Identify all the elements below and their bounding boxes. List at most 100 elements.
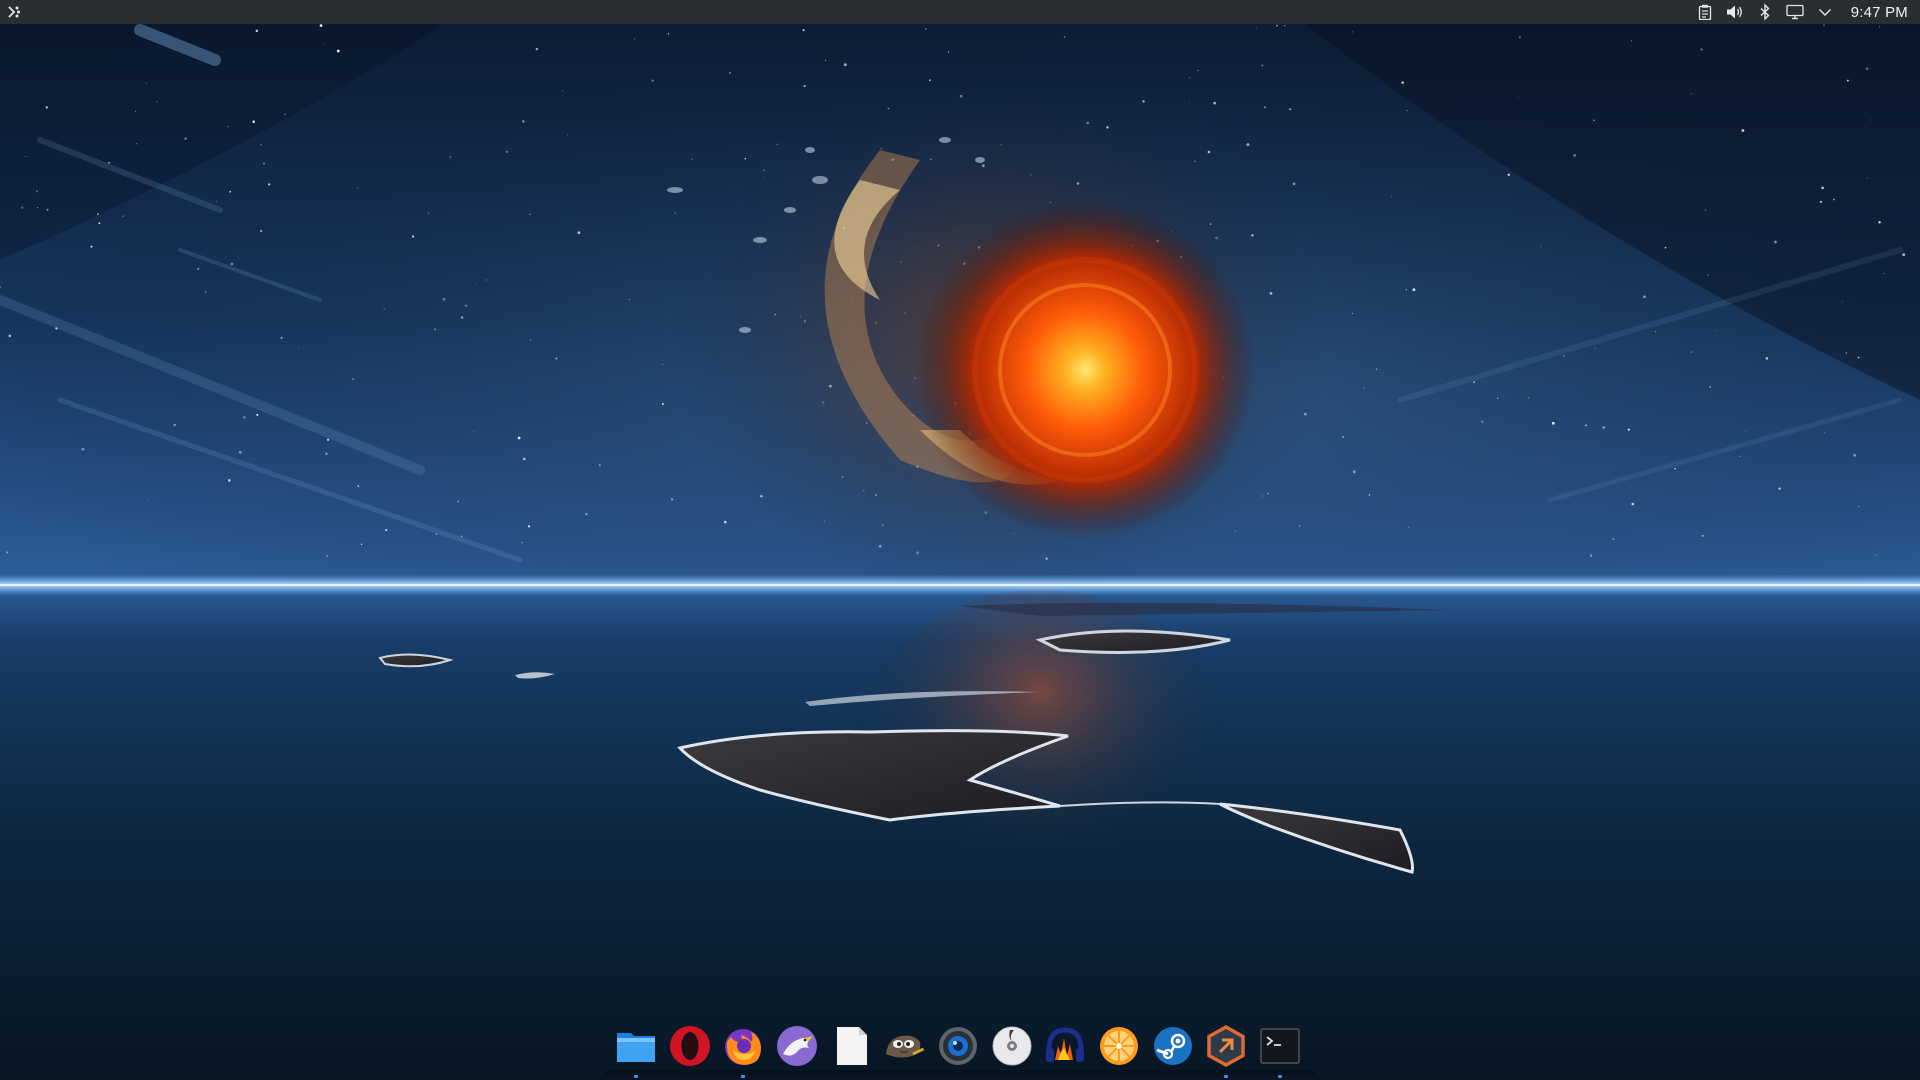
star — [1690, 351, 1692, 353]
email-eagle-icon[interactable] — [773, 1022, 821, 1070]
star — [843, 63, 847, 67]
star — [1352, 470, 1356, 474]
hex-app-icon[interactable] — [1202, 1022, 1250, 1078]
star — [55, 327, 58, 330]
star — [521, 541, 523, 544]
display-icon[interactable] — [1785, 2, 1805, 22]
star — [1412, 288, 1416, 292]
webcam-icon[interactable] — [934, 1022, 982, 1070]
star — [567, 134, 568, 136]
gimp-icon[interactable] — [880, 1022, 928, 1070]
star — [21, 206, 24, 209]
star — [196, 267, 200, 271]
star — [37, 207, 39, 209]
star — [1551, 421, 1555, 425]
star — [1704, 209, 1707, 211]
star — [461, 535, 463, 537]
star — [357, 187, 359, 189]
star — [1352, 31, 1354, 33]
star — [260, 144, 262, 146]
star — [1716, 330, 1718, 332]
star — [46, 208, 49, 211]
star — [1497, 397, 1499, 399]
star — [204, 291, 207, 293]
star — [1866, 177, 1868, 179]
star — [1739, 455, 1741, 457]
star — [35, 190, 39, 193]
star — [449, 156, 452, 158]
kde-launcher-icon[interactable] — [4, 2, 24, 22]
star — [1846, 79, 1849, 82]
star — [1774, 240, 1777, 244]
star — [1664, 246, 1667, 249]
running-indicator — [1224, 1075, 1229, 1078]
star — [1391, 196, 1393, 198]
star — [724, 520, 727, 524]
firefox-icon[interactable] — [719, 1022, 767, 1078]
top-panel: 9:47 PM — [0, 0, 1920, 24]
star — [156, 101, 158, 103]
star — [1197, 69, 1199, 72]
star — [1585, 424, 1588, 427]
star — [464, 304, 468, 307]
star — [1700, 48, 1703, 51]
star — [1701, 535, 1704, 537]
star — [629, 299, 630, 301]
clock[interactable]: 9:47 PM — [1851, 4, 1912, 21]
clipboard-icon[interactable] — [1695, 2, 1715, 22]
star — [1518, 36, 1521, 39]
star — [1406, 109, 1408, 112]
star — [255, 29, 259, 33]
star — [1299, 525, 1301, 527]
star — [670, 498, 674, 501]
star — [928, 79, 931, 82]
star — [259, 229, 263, 233]
audio-editor-icon[interactable] — [1041, 1022, 1089, 1070]
star — [517, 436, 521, 440]
star — [1540, 246, 1542, 247]
star — [530, 339, 532, 341]
star — [1709, 386, 1711, 388]
star — [1562, 354, 1565, 357]
orange-slice-icon[interactable] — [1095, 1022, 1143, 1070]
opera-icon[interactable] — [666, 1022, 714, 1070]
star — [1870, 119, 1872, 121]
volume-icon[interactable] — [1725, 2, 1745, 22]
star — [1878, 221, 1881, 224]
star — [1267, 492, 1269, 495]
star — [1573, 153, 1577, 157]
steam-icon[interactable] — [1149, 1022, 1197, 1070]
star — [1276, 24, 1279, 27]
star — [134, 110, 136, 112]
star — [383, 308, 385, 310]
star — [357, 485, 360, 488]
star — [1405, 289, 1407, 291]
star — [98, 222, 101, 225]
star — [824, 59, 827, 61]
star — [442, 297, 446, 301]
desktop-wallpaper — [0, 0, 1920, 1080]
terminal-icon[interactable] — [1256, 1022, 1304, 1078]
file-manager-icon[interactable] — [612, 1022, 660, 1078]
text-document-icon[interactable] — [827, 1022, 875, 1070]
star — [173, 423, 176, 427]
star — [1246, 143, 1250, 147]
chevron-down-icon[interactable] — [1815, 2, 1835, 22]
bluetooth-icon[interactable] — [1755, 2, 1775, 22]
star — [1883, 273, 1885, 274]
star — [691, 158, 693, 160]
star — [947, 51, 950, 53]
star — [226, 125, 229, 128]
star — [1189, 77, 1191, 79]
star — [1213, 101, 1216, 105]
star — [326, 438, 330, 442]
disc-burner-icon[interactable] — [988, 1022, 1036, 1070]
star — [651, 79, 654, 82]
star — [1819, 200, 1823, 204]
star — [1256, 27, 1257, 29]
running-indicator — [741, 1075, 746, 1078]
star — [323, 43, 325, 45]
star — [1375, 368, 1378, 370]
star — [256, 413, 259, 416]
star — [1821, 186, 1824, 190]
